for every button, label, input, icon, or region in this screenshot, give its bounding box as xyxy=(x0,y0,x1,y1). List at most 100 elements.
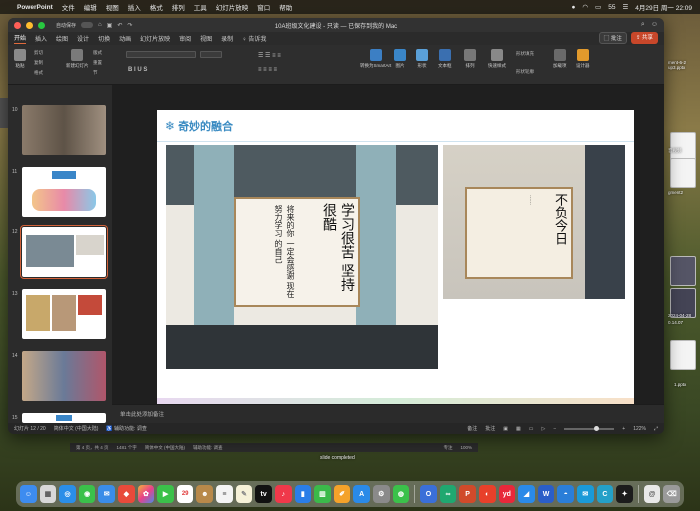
menu-item-insert[interactable]: 插入 xyxy=(128,2,141,12)
tab-record[interactable]: 录制 xyxy=(221,34,233,43)
font-size-box[interactable] xyxy=(200,51,222,58)
slide-thumbnail[interactable] xyxy=(22,167,106,217)
clock[interactable]: 4月29日 周一 22:09 xyxy=(635,2,692,12)
comment-button[interactable]: ▢ 批注 xyxy=(598,32,627,44)
zoom-level[interactable]: 122% xyxy=(633,426,646,432)
finder-icon[interactable]: ☺ xyxy=(20,485,37,503)
menu-item-file[interactable]: 文件 xyxy=(62,2,75,12)
keynote-icon[interactable]: ▮ xyxy=(294,485,312,503)
slide-thumbnail[interactable] xyxy=(22,351,106,401)
tab-draw[interactable]: 绘图 xyxy=(56,34,68,43)
menu-item-format[interactable]: 格式 xyxy=(150,2,163,12)
desktop-item[interactable] xyxy=(0,98,8,128)
picture-button[interactable]: 图片 xyxy=(394,49,406,69)
slide-title[interactable]: ❄ 奇妙的融合 xyxy=(165,118,233,134)
slide-thumbnail[interactable] xyxy=(22,105,106,155)
tab-review[interactable]: 审阅 xyxy=(179,34,191,43)
app-icon[interactable]: ◢ xyxy=(518,485,535,503)
tab-home[interactable]: 开始 xyxy=(14,33,27,44)
tab-slideshow[interactable]: 幻灯片放映 xyxy=(140,34,170,43)
current-slide[interactable]: ❄ 奇妙的融合 学习很苦 坚持很酷 将来的你 一定会感谢 现在努力学习 的自己 xyxy=(157,110,634,412)
app-icon[interactable]: yd xyxy=(498,485,516,503)
word-zoom[interactable]: 100% xyxy=(460,445,472,450)
word-accessibility[interactable]: 辅助功能: 调查 xyxy=(193,445,223,451)
zoom-out-icon[interactable]: − xyxy=(553,426,556,432)
outlook-icon[interactable]: O xyxy=(420,485,437,503)
menu-item-window[interactable]: 窗口 xyxy=(257,2,270,12)
section-button[interactable]: 节 xyxy=(93,70,98,76)
convert-smartart-button[interactable]: 转换为SmartArt xyxy=(360,49,391,69)
quick-styles-button[interactable]: 快速样式 xyxy=(488,49,506,69)
desktop-file-icon[interactable] xyxy=(670,340,696,370)
downloads-icon[interactable]: @ xyxy=(643,485,661,503)
mail-icon[interactable]: ✉ xyxy=(98,485,116,503)
copy-button[interactable]: 复制 xyxy=(34,60,43,66)
tell-me[interactable]: ♀ 告诉我 xyxy=(242,34,266,43)
desktop-file-4[interactable]: 2024-04-28 xyxy=(668,313,691,318)
tab-transitions[interactable]: 切换 xyxy=(98,34,110,43)
app-icon[interactable]: ✉ xyxy=(576,485,594,503)
wifi-icon[interactable]: ◠ xyxy=(582,3,588,11)
tab-view[interactable]: 视图 xyxy=(200,34,212,43)
share-button[interactable]: ⇪ 共享 xyxy=(630,32,658,44)
sorter-view-icon[interactable]: ▦ xyxy=(516,426,521,432)
textbox-button[interactable]: 文本框 xyxy=(438,49,452,69)
bold-icon[interactable]: B I U S xyxy=(128,67,147,73)
word-focus[interactable]: 专注 xyxy=(443,445,452,451)
pages-icon[interactable]: ✐ xyxy=(333,485,351,503)
tab-animations[interactable]: 动画 xyxy=(119,34,131,43)
reset-button[interactable]: 重置 xyxy=(93,60,102,66)
minimize-button[interactable] xyxy=(26,21,33,29)
font-name-box[interactable] xyxy=(126,51,196,58)
numbers-icon[interactable]: ▥ xyxy=(314,485,331,503)
home-icon[interactable]: ⌂ xyxy=(98,22,102,28)
desktop-screenshot-icon[interactable] xyxy=(670,256,696,286)
redo-icon[interactable]: ↷ xyxy=(127,22,132,29)
menu-item-arrange[interactable]: 排列 xyxy=(172,2,185,12)
slide-thumbnail[interactable] xyxy=(22,413,106,423)
calendar-icon[interactable]: 29 xyxy=(176,485,194,503)
search-icon[interactable]: ⌕ xyxy=(641,21,645,29)
shape-fill-button[interactable]: 形状填充 xyxy=(516,51,534,57)
tab-insert[interactable]: 插入 xyxy=(35,34,47,43)
language-status[interactable]: 简体中文 (中国大陆) xyxy=(54,425,99,432)
normal-view-icon[interactable]: ▣ xyxy=(503,426,508,432)
cut-button[interactable]: 剪切 xyxy=(34,50,43,56)
freeform-icon[interactable]: ✎ xyxy=(235,485,253,503)
maps-icon[interactable]: ◆ xyxy=(118,485,135,503)
photos-icon[interactable]: ✿ xyxy=(137,485,155,503)
menu-item-edit[interactable]: 编辑 xyxy=(84,2,97,12)
battery-icon[interactable]: ▭ xyxy=(595,3,601,11)
desktop-file-1[interactable]: ment-6-2 up3.pptx xyxy=(668,60,686,70)
status-icon[interactable]: ● xyxy=(571,4,575,11)
zoom-slider[interactable] xyxy=(564,425,615,431)
desktop-file-2[interactable]: 音视频 xyxy=(668,148,682,154)
reading-view-icon[interactable]: ▭ xyxy=(529,426,534,432)
menu-item-slideshow[interactable]: 幻灯片放映 xyxy=(216,2,249,12)
slide-thumbnail[interactable] xyxy=(22,289,106,339)
classroom-photo-right[interactable]: 不负今日 …… xyxy=(443,145,625,299)
zoom-button[interactable] xyxy=(38,21,45,29)
save-icon[interactable]: ▣ xyxy=(107,22,113,29)
notes-button[interactable]: 备注 xyxy=(467,425,477,432)
word-icon[interactable]: W xyxy=(537,485,555,503)
messages-icon[interactable]: ◉ xyxy=(78,485,96,503)
trash-icon[interactable]: ⌫ xyxy=(663,485,680,503)
new-slide-button[interactable]: 新建幻灯片 xyxy=(66,49,89,69)
align-icon[interactable]: ≡ ≡ ≡ ≡ xyxy=(258,67,277,73)
comments-button[interactable]: 批注 xyxy=(485,425,495,432)
autosave-toggle[interactable] xyxy=(81,22,94,28)
app-icon[interactable]: ◐ xyxy=(478,485,496,503)
accessibility-status[interactable]: ♿ 辅助功能: 调查 xyxy=(106,425,146,432)
contacts-icon[interactable]: ☻ xyxy=(196,485,214,503)
app-icon[interactable]: ◓ xyxy=(557,485,574,503)
app-icon[interactable]: ∞ xyxy=(439,485,457,503)
addins-button[interactable]: 加载项 xyxy=(553,49,567,69)
account-icon[interactable]: ☺ xyxy=(651,21,658,29)
layout-button[interactable]: 版式 xyxy=(93,50,102,56)
close-button[interactable] xyxy=(14,21,21,29)
music-icon[interactable]: ♪ xyxy=(274,485,292,503)
desktop-file-3[interactable]: gment2 xyxy=(668,190,683,195)
desktop-file-6[interactable]: 1.pptx xyxy=(674,382,686,387)
appstore-icon[interactable]: A xyxy=(353,485,370,503)
